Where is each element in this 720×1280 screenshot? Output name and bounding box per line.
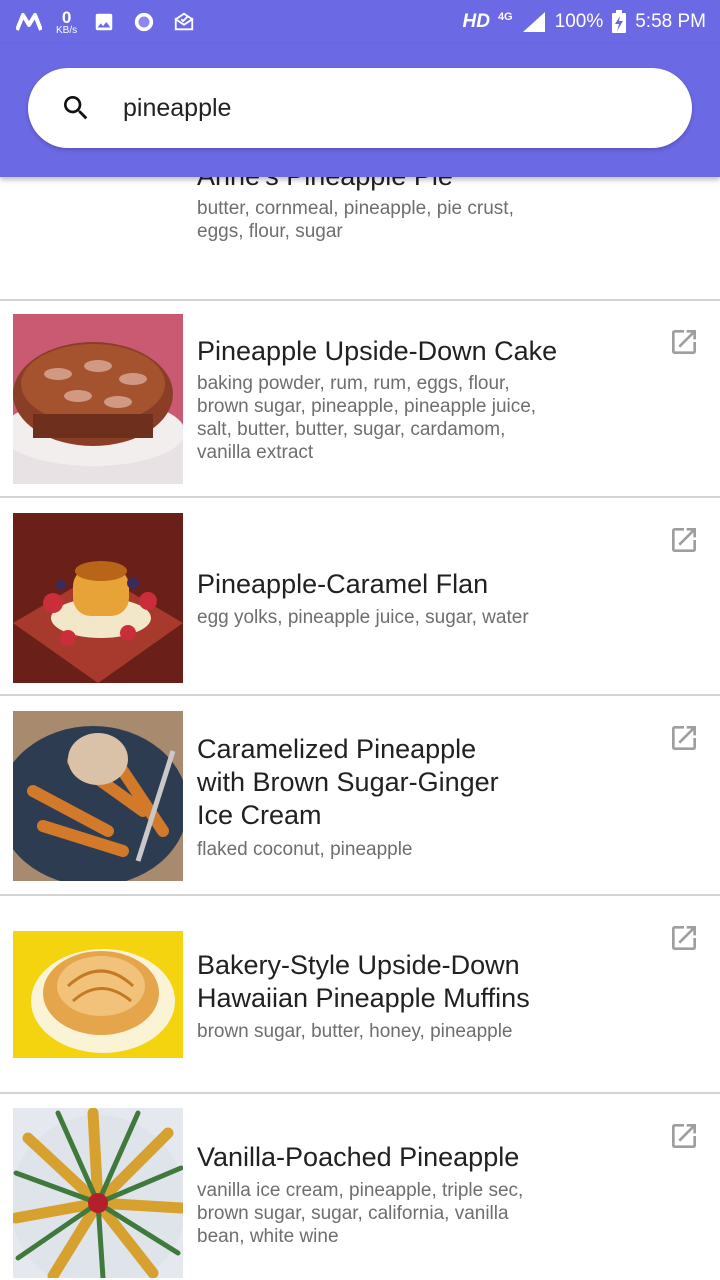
- signal-icon: [522, 12, 545, 32]
- open-external-icon[interactable]: [668, 722, 700, 754]
- speed-unit: KB/s: [56, 24, 78, 36]
- network-speed: 0 KB/s: [56, 9, 77, 36]
- recipe-title: Caramelized Pineapple with Brown Sugar-G…: [197, 734, 499, 830]
- recipe-title: Bakery-Style Upside-Down Hawaiian Pineap…: [197, 950, 530, 1013]
- m-logo-icon: [16, 13, 42, 31]
- recipe-title: Pineapple-Caramel Flan: [197, 569, 489, 599]
- recipe-ingredients: flaked coconut, pineapple: [197, 839, 413, 860]
- image-icon: [95, 13, 113, 31]
- recipe-ingredients: vanilla ice cream, pineapple, triple sec…: [197, 1180, 524, 1247]
- open-external-icon[interactable]: [668, 922, 700, 954]
- mail-check-icon: [174, 12, 194, 31]
- status-bar: 0 KB/s HD 4G 100% 5:58 PM: [0, 0, 720, 44]
- recipe-ingredients: egg yolks, pineapple juice, sugar, water: [197, 607, 529, 628]
- search-input[interactable]: pineapple: [123, 91, 231, 125]
- clock: 5:58 PM: [635, 11, 706, 32]
- search-bar[interactable]: pineapple: [28, 68, 692, 148]
- recipe-list[interactable]: Anne's Pineapple Pie butter, cornmeal, p…: [0, 0, 720, 1280]
- recipe-ingredients: baking powder, rum, rum, eggs, flour, br…: [197, 373, 537, 463]
- recipe-ingredients: brown sugar, butter, honey, pineapple: [197, 1021, 513, 1042]
- battery-percent: 100%: [554, 11, 604, 32]
- open-external-icon[interactable]: [668, 1120, 700, 1152]
- search-icon[interactable]: [60, 92, 92, 124]
- recipe-image: [13, 711, 183, 881]
- recipe-image: [13, 931, 183, 1058]
- network-type: 4G: [497, 11, 513, 23]
- open-external-icon[interactable]: [668, 524, 700, 556]
- recipe-image: [13, 513, 183, 683]
- battery-charging-icon: [612, 10, 627, 33]
- list-item[interactable]: Pineapple-Caramel Flan egg yolks, pineap…: [0, 498, 720, 696]
- speed-value: 0: [61, 7, 72, 27]
- recipe-title: Vanilla-Poached Pineapple: [197, 1142, 520, 1172]
- circle-app-icon: [134, 12, 154, 32]
- list-item[interactable]: Pineapple Upside-Down Cake baking powder…: [0, 300, 720, 498]
- recipe-ingredients: butter, cornmeal, pineapple, pie crust, …: [197, 198, 514, 242]
- open-external-icon[interactable]: [668, 326, 700, 358]
- list-item[interactable]: Vanilla-Poached Pineapple vanilla ice cr…: [0, 1094, 720, 1280]
- list-item[interactable]: Bakery-Style Upside-Down Hawaiian Pineap…: [0, 896, 720, 1094]
- app-header: pineapple: [0, 44, 720, 177]
- recipe-image: [13, 1108, 183, 1278]
- list-item[interactable]: Caramelized Pineapple with Brown Sugar-G…: [0, 696, 720, 896]
- recipe-title: Pineapple Upside-Down Cake: [197, 336, 558, 366]
- recipe-image: [13, 314, 183, 484]
- hd-indicator: HD: [462, 11, 490, 32]
